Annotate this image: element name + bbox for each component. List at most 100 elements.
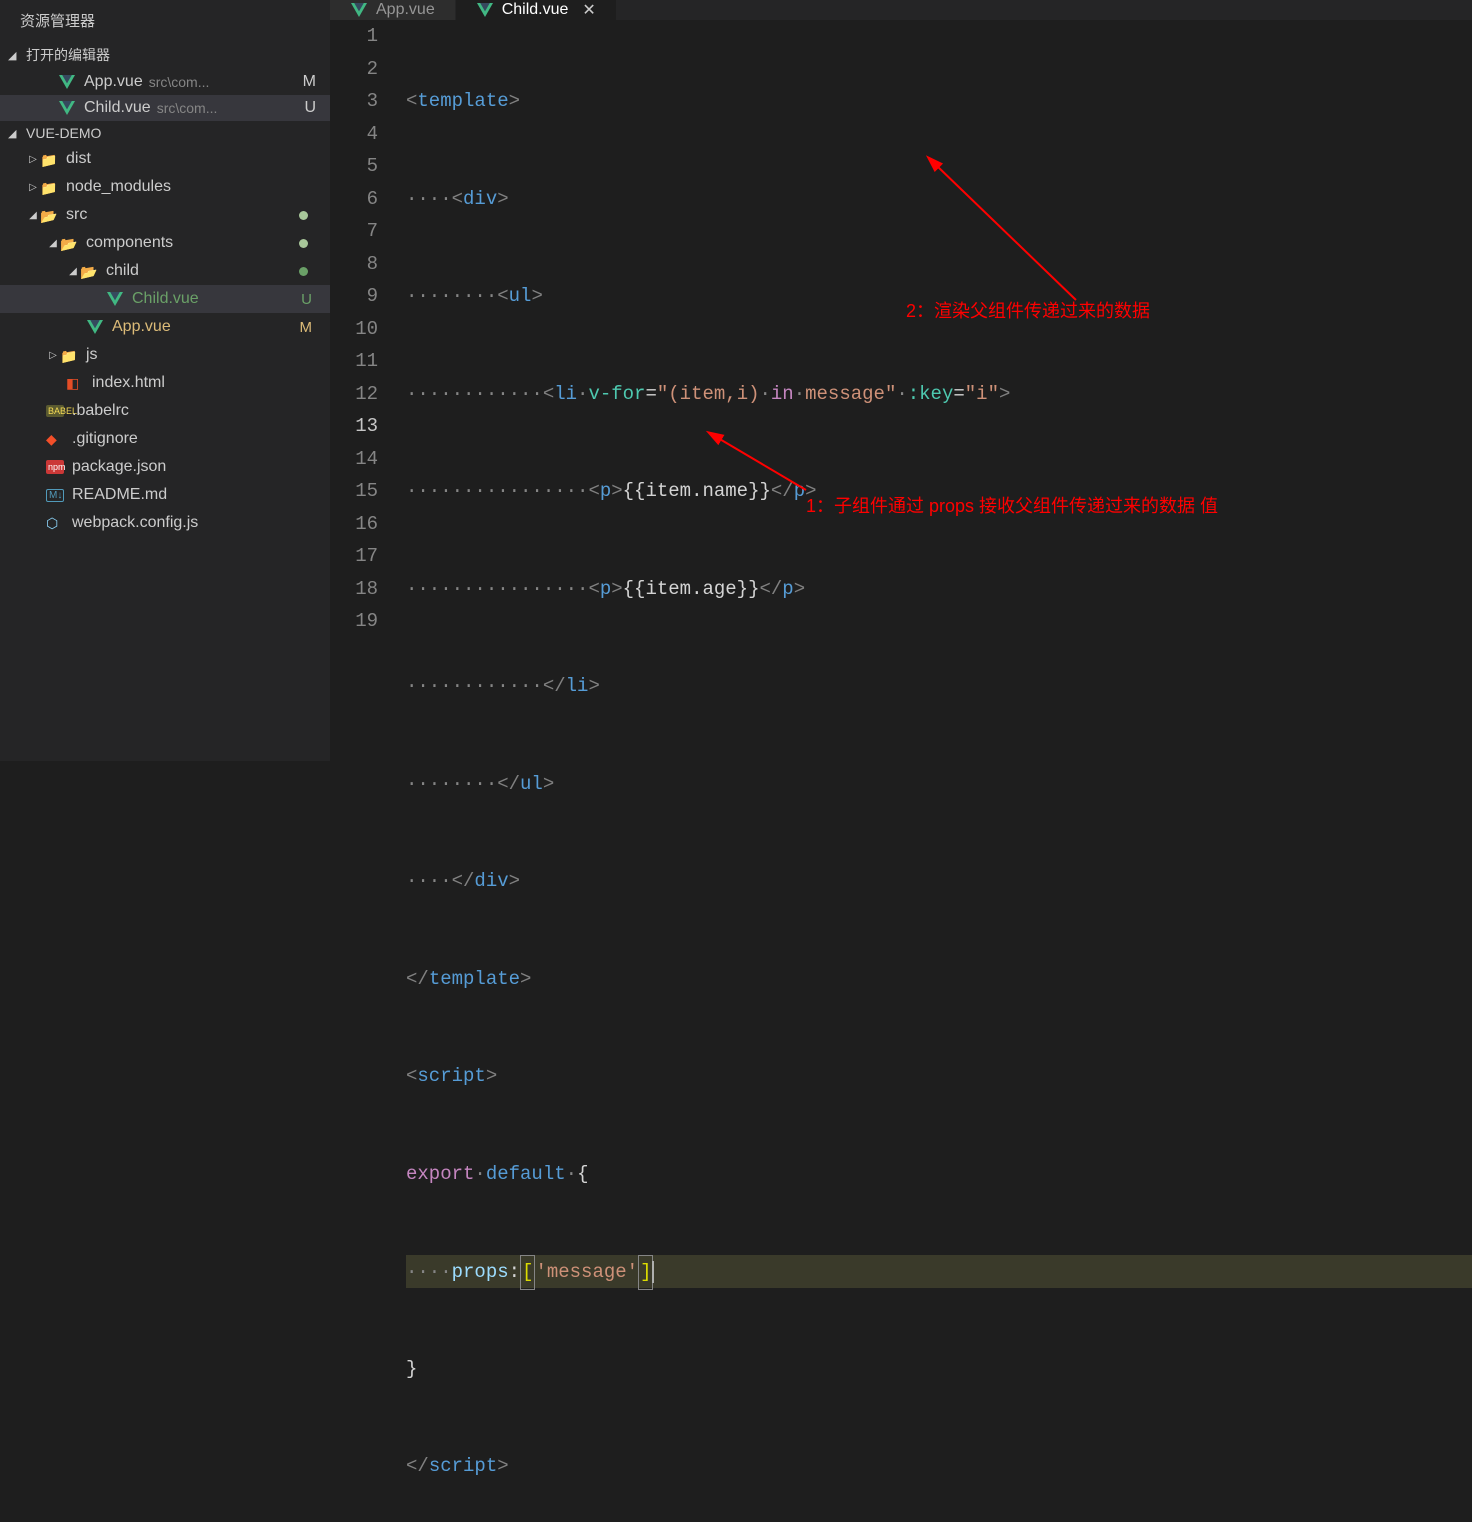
tree-folder-node-modules[interactable]: ▷ 📁 node_modules [0,173,330,201]
close-icon[interactable]: ✕ [582,0,595,20]
code-editor[interactable]: 1 2 3 4 5 6 7 8 9 10 11 12 13 14 15 16 1… [330,20,1472,1522]
tab-bar: App.vue Child.vue ✕ [330,0,1472,20]
annotation-1: 1：子组件通过 props 接收父组件传递过来的数据 值 [806,490,1218,523]
vue-icon [476,3,494,17]
project-header[interactable]: ◢ VUE-DEMO [0,121,330,145]
folder-label: components [86,234,173,252]
vue-icon [86,320,104,334]
code-line: </script> [406,1450,1472,1483]
open-editors-label: 打开的编辑器 [26,45,110,65]
file-label: README.md [72,486,167,504]
folder-label: dist [66,150,91,168]
tree-folder-child[interactable]: ◢ 📂 child [0,257,330,285]
file-path: src\com... [157,100,218,116]
line-number: 16 [330,508,378,541]
tab-child-vue[interactable]: Child.vue ✕ [456,0,617,20]
line-number: 2 [330,53,378,86]
file-label: .babelrc [72,402,129,420]
untracked-status: U [304,99,316,117]
code-line: ····<div> [406,183,1472,216]
file-label: webpack.config.js [72,514,198,532]
vue-icon [106,292,124,306]
open-editor-child-vue[interactable]: Child.vue src\com... U [0,95,330,121]
file-label: Child.vue [132,290,199,308]
tree-file-gitignore[interactable]: ◆ .gitignore [0,425,330,453]
line-number: 14 [330,443,378,476]
project-name: VUE-DEMO [26,125,101,141]
file-label: index.html [92,374,165,392]
tree-file-child-vue[interactable]: Child.vue U [0,285,330,313]
line-number: 9 [330,280,378,313]
line-number: 7 [330,215,378,248]
folder-label: node_modules [66,178,171,196]
line-number: 13 [330,410,378,443]
code-line-current: ····props:['message'] [406,1255,1472,1288]
tab-app-vue[interactable]: App.vue [330,0,456,20]
chevron-down-icon: ◢ [26,210,40,221]
npm-icon: npm [46,460,64,474]
line-number: 4 [330,118,378,151]
code-line: ············</li> [406,670,1472,703]
modified-dot-icon [299,239,308,248]
open-editors-header[interactable]: ◢ 打开的编辑器 [0,41,330,69]
open-editor-app-vue[interactable]: App.vue src\com... M [0,69,330,95]
line-gutter: 1 2 3 4 5 6 7 8 9 10 11 12 13 14 15 16 1… [330,20,406,1522]
line-number: 19 [330,605,378,638]
line-number: 3 [330,85,378,118]
chevron-down-icon: ◢ [66,266,80,277]
vue-icon [58,101,76,115]
folder-icon: 📁 [40,180,58,194]
chevron-down-icon: ◢ [8,127,26,140]
code-line: <template> [406,85,1472,118]
tree-file-app-vue[interactable]: App.vue M [0,313,330,341]
code-line: ················<p>{{item.age}}</p> [406,573,1472,606]
modified-status: M [303,73,316,91]
chevron-down-icon: ◢ [46,238,60,249]
folder-icon: 📂 [60,236,78,250]
code-line: </template> [406,963,1472,996]
tree-folder-components[interactable]: ◢ 📂 components [0,229,330,257]
file-name: App.vue [84,73,143,91]
code-content[interactable]: <template> ····<div> ········<ul> ······… [406,20,1472,1522]
code-line: <script> [406,1060,1472,1093]
annotation-2: 2：渲染父组件传递过来的数据 [906,295,1150,328]
html-icon: ◧ [66,375,84,392]
file-label: App.vue [112,318,171,336]
folder-label: child [106,262,139,280]
folder-label: src [66,206,87,224]
tree-file-webpack[interactable]: ⬡ webpack.config.js [0,509,330,537]
explorer-sidebar: 资源管理器 ◢ 打开的编辑器 App.vue src\com... M Chil… [0,0,330,761]
explorer-title: 资源管理器 [0,0,330,41]
tree-file-babelrc[interactable]: BABEL .babelrc [0,397,330,425]
file-name: Child.vue [84,99,151,117]
line-number: 10 [330,313,378,346]
line-number: 17 [330,540,378,573]
markdown-icon: M↓ [46,489,64,502]
tree-folder-js[interactable]: ▷ 📁 js [0,341,330,369]
babel-icon: BABEL [46,405,64,417]
code-line: export·default·{ [406,1158,1472,1191]
vue-icon [58,75,76,89]
tree-file-index-html[interactable]: ◧ index.html [0,369,330,397]
tree-file-readme[interactable]: M↓ README.md [0,481,330,509]
git-icon: ◆ [46,431,64,448]
tree-folder-dist[interactable]: ▷ 📁 dist [0,145,330,173]
chevron-right-icon: ▷ [46,350,60,361]
tab-label: Child.vue [502,1,569,19]
line-number: 18 [330,573,378,606]
tree-folder-src[interactable]: ◢ 📂 src [0,201,330,229]
tab-label: App.vue [376,1,435,19]
file-label: package.json [72,458,166,476]
folder-icon: 📂 [40,208,58,222]
line-number: 12 [330,378,378,411]
line-number: 15 [330,475,378,508]
chevron-right-icon: ▷ [26,182,40,193]
modified-dot-icon [299,267,308,276]
file-label: .gitignore [72,430,138,448]
modified-dot-icon [299,211,308,220]
line-number: 1 [330,20,378,53]
line-number: 5 [330,150,378,183]
code-line: } [406,1353,1472,1386]
tree-file-package-json[interactable]: npm package.json [0,453,330,481]
folder-icon: 📁 [40,152,58,166]
